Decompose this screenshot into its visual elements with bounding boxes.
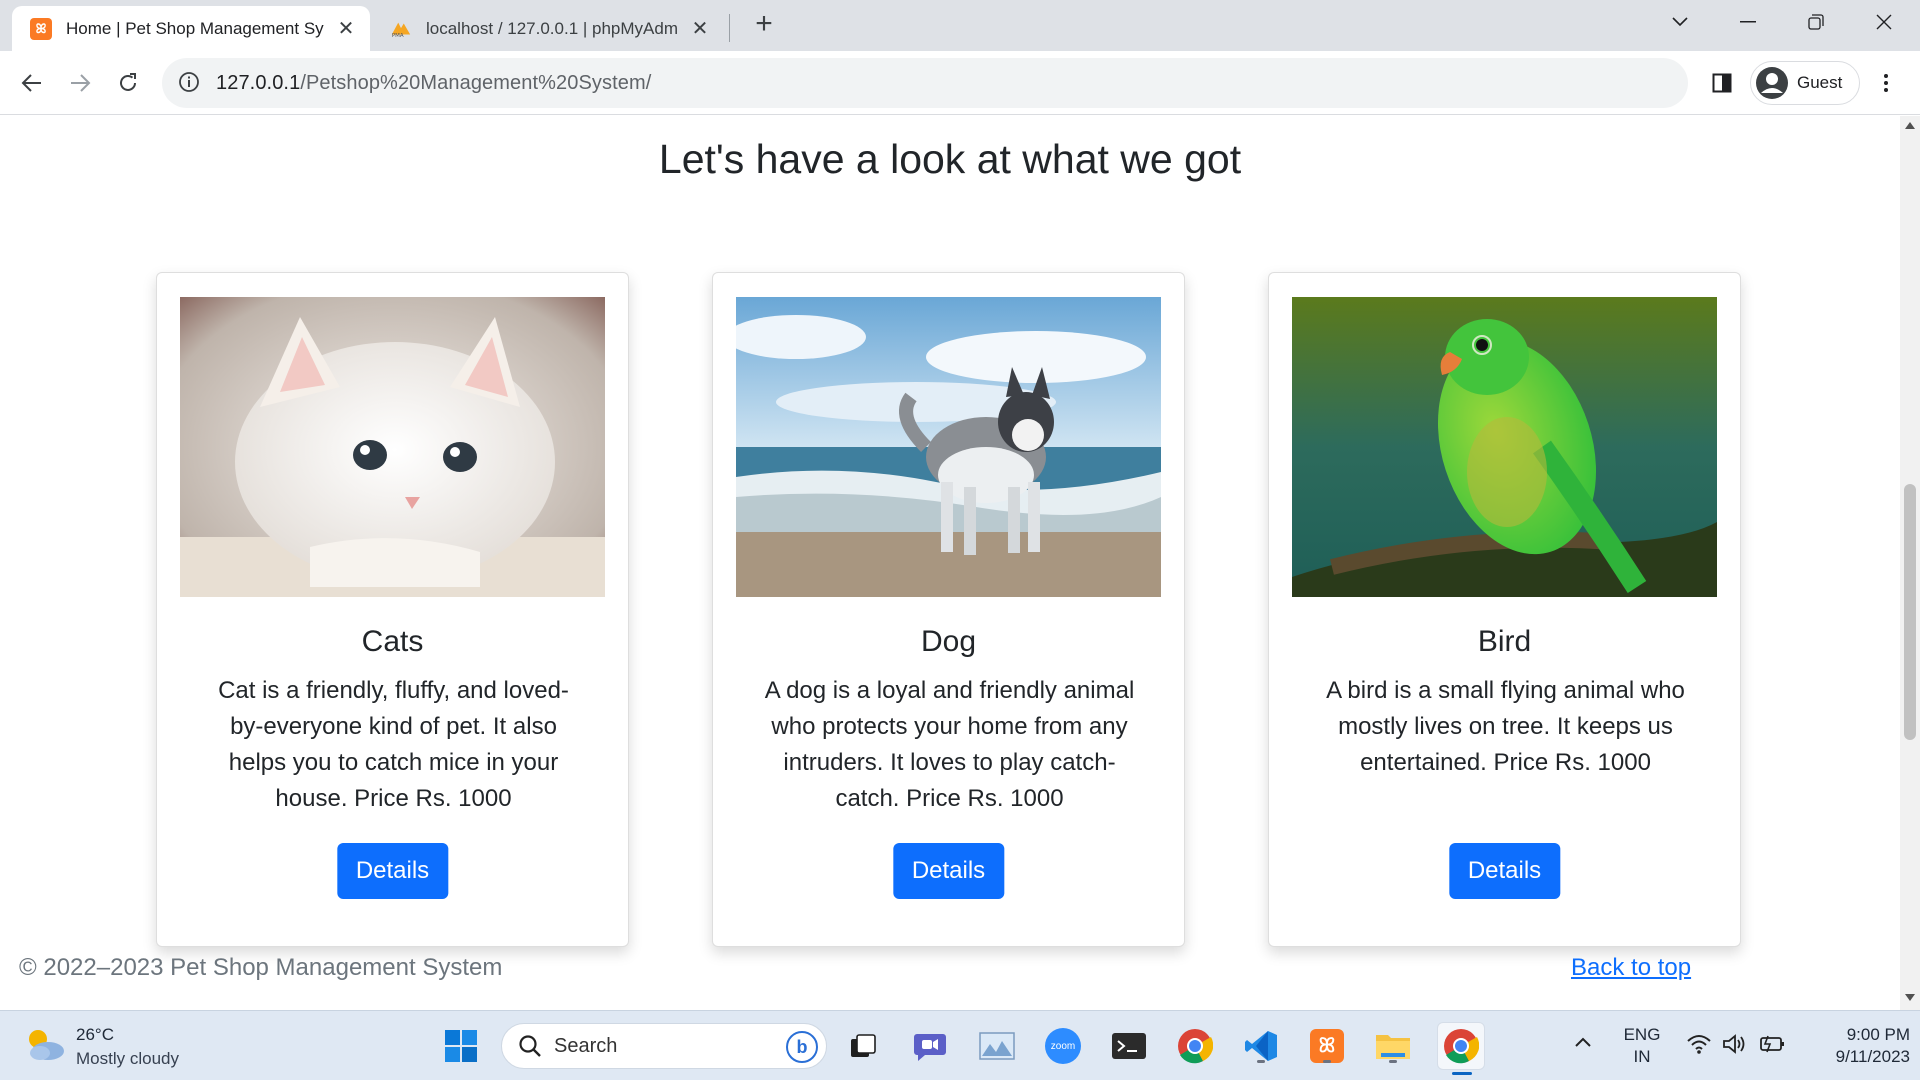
lang-line1: ENG <box>1623 1025 1661 1044</box>
tab-phpmyadmin[interactable]: PMA localhost / 127.0.0.1 | phpMyAdm ✕ <box>372 6 724 51</box>
page-viewport: Let's have a look at what we got Cats Ca… <box>0 116 1900 1010</box>
weather-widget[interactable]: 26°C Mostly cloudy <box>24 1021 224 1071</box>
terminal-icon[interactable] <box>1109 1026 1149 1066</box>
battery-icon[interactable] <box>1758 1033 1786 1060</box>
details-button-dog[interactable]: Details <box>892 843 1005 899</box>
weather-temp: 26°C <box>76 1025 114 1044</box>
pet-card-bird: Bird A bird is a small flying animal who… <box>1268 272 1741 947</box>
card-text: A dog is a loyal and friendly animal who… <box>764 677 1135 812</box>
reload-icon[interactable] <box>108 63 148 103</box>
side-panel-icon[interactable] <box>1702 63 1742 103</box>
tab-home[interactable]: ꕤ Home | Pet Shop Management Sy ✕ <box>12 6 370 51</box>
close-window-icon[interactable] <box>1854 0 1914 44</box>
card-title: Bird <box>1477 625 1532 658</box>
minimize-icon[interactable] <box>1718 0 1778 44</box>
clock[interactable]: 9:00 PM 9/11/2023 <box>1800 1024 1910 1068</box>
running-indicator <box>1389 1060 1397 1063</box>
teams-chat-icon[interactable] <box>910 1026 950 1066</box>
active-indicator <box>1452 1072 1472 1075</box>
language-indicator[interactable]: ENG IN <box>1618 1024 1666 1068</box>
tab-title: localhost / 127.0.0.1 | phpMyAdm <box>426 18 679 38</box>
vscode-icon[interactable] <box>1241 1026 1281 1066</box>
wifi-icon[interactable] <box>1686 1033 1712 1060</box>
tab-close-icon[interactable]: ✕ <box>332 15 360 43</box>
avatar-icon <box>1755 66 1789 100</box>
scroll-up-arrow-icon[interactable] <box>1905 122 1915 129</box>
zoom-app-icon[interactable]: zoom <box>1043 1026 1083 1066</box>
running-indicator <box>1323 1060 1331 1063</box>
search-icon <box>518 1034 542 1058</box>
url-host: 127.0.0.1 <box>216 71 301 94</box>
show-hidden-icons-chevron[interactable] <box>1574 1035 1592 1053</box>
clock-date: 9/11/2023 <box>1835 1047 1910 1066</box>
profile-label: Guest <box>1797 73 1843 92</box>
pet-card-dog: Dog A dog is a loyal and friendly animal… <box>712 272 1185 947</box>
card-title: Cats <box>361 625 424 658</box>
tab-separator <box>729 14 730 42</box>
tab-search-icon[interactable] <box>1650 0 1710 44</box>
profile-button[interactable]: Guest <box>1750 61 1860 105</box>
clock-time: 9:00 PM <box>1846 1025 1910 1044</box>
section-heading: Let's have a look at what we got <box>658 136 1242 182</box>
page-scrollbar[interactable] <box>1900 116 1920 1010</box>
url-path: /Petshop%20Management%20System/ <box>300 71 652 94</box>
new-tab-icon[interactable]: + <box>748 7 780 40</box>
lang-line2: IN <box>1633 1047 1651 1066</box>
chrome-icon[interactable] <box>1175 1026 1215 1066</box>
footer-copyright: © 2022–2023 Pet Shop Management System <box>19 954 503 981</box>
site-info-icon[interactable] <box>178 71 202 95</box>
bing-icon[interactable]: b <box>786 1031 818 1063</box>
browser-toolbar: 127.0.0.1/Petshop%20Management%20System/… <box>0 51 1920 115</box>
zoom-label: zoom <box>1045 1028 1081 1064</box>
file-explorer-icon[interactable] <box>1373 1026 1413 1066</box>
card-text: A bird is a small flying animal who most… <box>1326 677 1685 776</box>
card-title: Dog <box>920 625 977 658</box>
url-text: 127.0.0.1/Petshop%20Management%20System/ <box>216 72 651 95</box>
chrome-active-icon[interactable] <box>1437 1022 1485 1075</box>
search-placeholder: Search <box>554 1034 618 1057</box>
photos-app-icon[interactable] <box>977 1026 1017 1066</box>
phpmyadmin-favicon-icon: PMA <box>390 18 412 40</box>
tab-title: Home | Pet Shop Management Sy <box>66 18 324 38</box>
restore-icon[interactable] <box>1786 0 1846 44</box>
scrollbar-thumb[interactable] <box>1904 484 1916 740</box>
dog-image <box>736 297 1161 597</box>
cat-image <box>180 297 605 597</box>
tab-close-icon[interactable]: ✕ <box>686 15 714 43</box>
cloudy-weather-icon <box>24 1027 66 1068</box>
address-bar[interactable]: 127.0.0.1/Petshop%20Management%20System/ <box>162 58 1688 108</box>
xampp-icon[interactable]: ꕤ <box>1307 1026 1347 1066</box>
scroll-down-arrow-icon[interactable] <box>1905 994 1915 1001</box>
weather-desc: Mostly cloudy <box>76 1049 179 1068</box>
bird-image <box>1292 297 1717 597</box>
taskbar-search-box[interactable]: Search b <box>501 1023 827 1069</box>
task-view-icon[interactable] <box>843 1026 883 1066</box>
svg-text:PMA: PMA <box>392 33 404 39</box>
windows-start-icon[interactable] <box>441 1026 481 1066</box>
running-indicator <box>1257 1060 1265 1063</box>
xampp-logo: ꕤ <box>1310 1029 1344 1063</box>
details-button-bird[interactable]: Details <box>1448 843 1561 899</box>
details-button-cats[interactable]: Details <box>336 843 449 899</box>
pet-card-cats: Cats Cat is a friendly, fluffy, and love… <box>156 272 629 947</box>
forward-arrow-icon[interactable] <box>60 63 100 103</box>
browser-tab-bar: ꕤ Home | Pet Shop Management Sy ✕ PMA lo… <box>0 0 1920 51</box>
menu-dots-icon[interactable] <box>1866 63 1906 103</box>
xampp-favicon-icon: ꕤ <box>30 17 52 40</box>
back-to-top-link[interactable]: Back to top <box>1571 954 1691 982</box>
volume-icon[interactable] <box>1722 1033 1748 1060</box>
card-text: Cat is a friendly, fluffy, and loved-by-… <box>218 677 569 812</box>
back-arrow-icon[interactable] <box>12 63 52 103</box>
windows-taskbar: 26°C Mostly cloudy Search b zoom ꕤ ENG I… <box>0 1010 1920 1080</box>
